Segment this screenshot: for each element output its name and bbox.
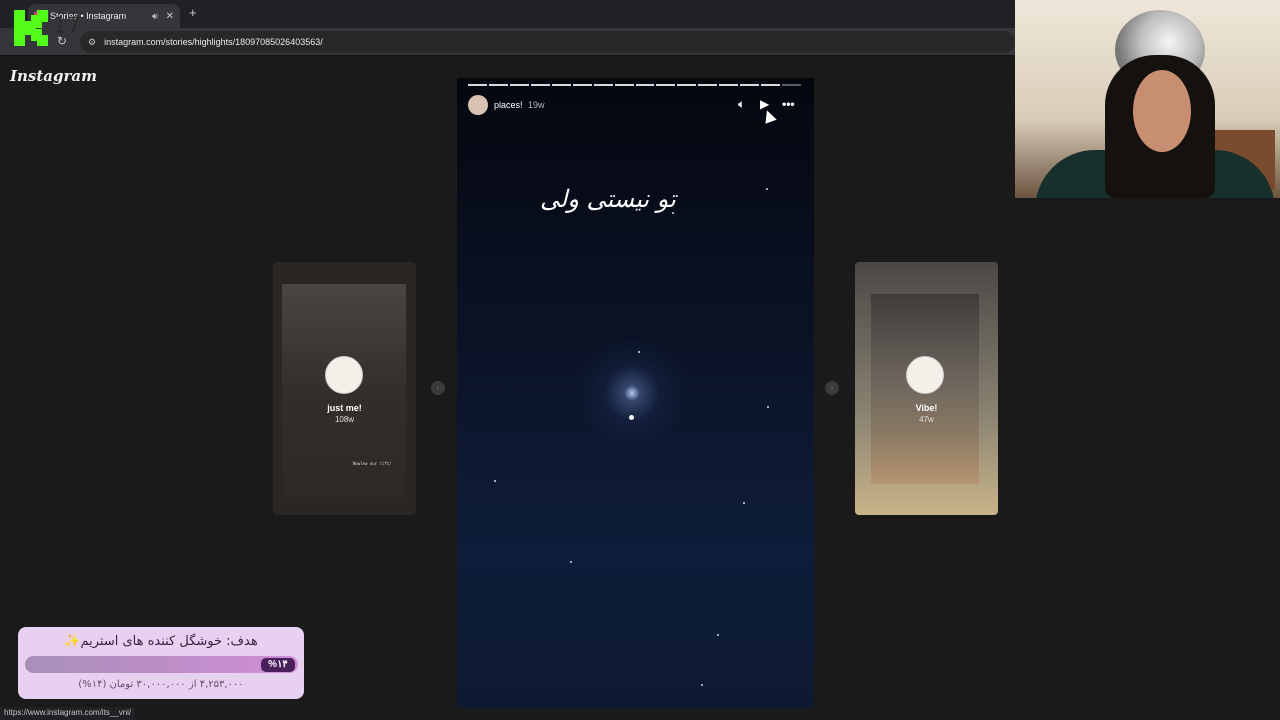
webcam-overlay [1015,0,1280,198]
star [743,502,745,504]
story-progress-bar [468,84,801,86]
star [767,406,769,408]
status-url: https://www.instagram.com/its__vni/ [0,707,136,720]
progress-segment [530,84,550,86]
star [638,351,640,353]
progress-segment [782,84,801,86]
progress-segment [656,84,676,86]
tab-audio-icon[interactable]: 🔊︎ [152,11,158,22]
previous-story-button[interactable]: ‹ [431,381,445,395]
story-username[interactable]: places! [494,100,523,110]
donation-amount-text: ۴,۲۵۳,۰۰۰ از ۳۰,۰۰۰,۰۰۰ تومان (۱۴%) [78,679,244,690]
address-text: instagram.com/stories/highlights/1809708… [104,37,323,47]
streamer-face [1133,70,1191,152]
progress-segment [551,84,571,86]
kick-logo-icon [14,10,48,46]
progress-segment [761,84,781,86]
speaker-icon[interactable]: 🔈︎ [738,97,745,112]
star [570,561,572,563]
address-input[interactable]: ⚙︎ instagram.com/stories/highlights/1809… [80,31,1015,53]
next-story-button[interactable]: › [825,381,839,395]
progress-segment [488,84,508,86]
highlight-avatar [906,356,944,394]
story-viewer[interactable] [457,78,814,708]
star [717,634,719,636]
star [494,480,496,482]
tab-close-icon[interactable]: ✕ [166,11,174,22]
overlay-number: 17 [53,14,81,39]
site-info-icon[interactable]: ⚙︎ [88,37,96,48]
progress-segment [677,84,697,86]
donation-progress-bar [25,656,298,673]
tab-stories[interactable]: Stories • Instagram 🔊︎ ✕ [28,4,180,28]
donation-goal-title: هدف: خوشگل کننده های استریم✨ [64,634,258,649]
highlight-time: 47w [919,415,934,424]
donation-percent-badge: %۱۴ [261,658,295,672]
highlight-card-just-me[interactable]: just me! 108w Nowlew our rift/ [273,262,416,515]
progress-segment [468,84,487,86]
progress-segment [593,84,613,86]
progress-segment [572,84,592,86]
progress-segment [614,84,634,86]
story-avatar[interactable] [468,95,488,115]
highlight-caption: Nowlew our rift/ [353,461,392,466]
highlight-avatar [325,356,363,394]
more-dots-icon[interactable]: ••• [782,97,795,111]
new-tab-button[interactable]: + [189,5,197,20]
progress-segment [740,84,760,86]
star [701,684,703,686]
screen: Stories • Instagram 🔊︎ ✕ + ↻ ⚙︎ instagra… [0,0,1280,720]
story-text: تو نیستی ولی [540,185,676,213]
progress-segment [698,84,718,86]
highlight-name: Vibe! [915,403,938,413]
highlight-time: 108w [334,415,355,424]
instagram-logo[interactable]: Instagram [10,67,97,85]
progress-segment [719,84,739,86]
highlight-name: just me! [327,403,362,413]
moon-glow [577,338,687,448]
highlight-card-vibe[interactable]: Vibe! 47w [855,262,998,515]
progress-segment [509,84,529,86]
progress-segment [635,84,655,86]
story-time: 19w [528,100,545,110]
moon [629,415,634,420]
star [766,188,768,190]
